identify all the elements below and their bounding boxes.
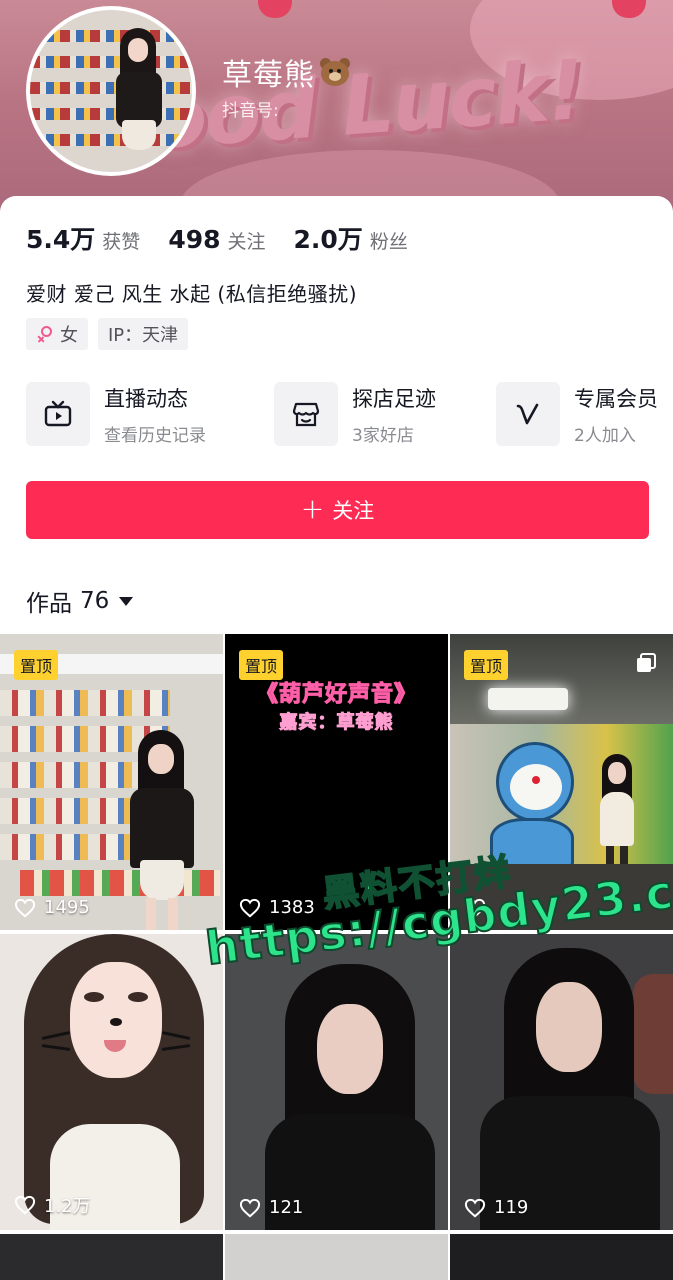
video-tile[interactable]: 119: [450, 934, 673, 1230]
person-figure: [110, 730, 210, 930]
pinned-badge: 置顶: [14, 650, 59, 680]
tile-overlay-subtitle: 嘉宾：草莓熊: [279, 712, 394, 734]
follow-button-label: 关注: [332, 499, 375, 523]
stat-likes-number: 5.4万: [26, 225, 96, 254]
heart-icon: [239, 1198, 261, 1217]
works-count: 76: [80, 588, 110, 614]
feature-shop-visits[interactable]: 探店足迹 3家好店: [274, 382, 436, 446]
like-count: 121: [239, 1197, 303, 1218]
like-count-text: 1.2万: [44, 1196, 91, 1217]
stat-followers-label: 粉丝: [369, 231, 408, 253]
female-symbol-icon: [36, 325, 54, 343]
like-count-text: 121: [269, 1197, 304, 1218]
person-figure: [14, 934, 214, 1230]
like-count: 119: [464, 1197, 528, 1218]
caret-down-icon: [119, 596, 134, 606]
stat-followers-number: 2.0万: [293, 225, 363, 254]
heart-icon: [464, 1198, 486, 1217]
ip-location-tag: IP：天津: [98, 318, 189, 350]
person-figure: [255, 964, 435, 1230]
banner-good-luck-text: ood Luck!: [147, 43, 586, 168]
heart-icon: [14, 1195, 36, 1215]
feature-membership-subtitle: 2人加入: [574, 425, 636, 446]
video-tile[interactable]: [0, 1234, 223, 1280]
image-set-icon: [637, 653, 656, 672]
stat-following-label: 关注: [227, 231, 266, 253]
stat-following-number: 498: [168, 225, 221, 254]
tile-overlay-title: 《葫芦好声音》: [255, 682, 417, 708]
profile-name-text: 草莓熊: [222, 58, 315, 93]
heart-icon: [14, 898, 36, 917]
v-icon: [496, 382, 560, 446]
profile-bio: 爱财 爱己 风生 水起 (私信拒绝骚扰): [26, 282, 358, 306]
gender-tag: 女: [26, 318, 88, 350]
person-figure: [474, 948, 664, 1230]
pinned-badge: 置顶: [464, 650, 509, 680]
douyin-id-label: 抖音号:: [222, 101, 279, 121]
feature-shop-subtitle: 3家好店: [352, 425, 414, 446]
like-count-text: 1495: [44, 897, 90, 918]
follow-button[interactable]: + 关注: [26, 481, 649, 539]
gender-tag-label: 女: [60, 325, 78, 346]
stat-likes[interactable]: 5.4万 获赞: [26, 220, 140, 256]
video-tile[interactable]: 1.2万: [0, 934, 223, 1230]
video-tile[interactable]: [450, 1234, 673, 1280]
feature-shortcuts: 直播动态 查看历史记录 探店足迹 3家好店 专属会员 2人加入: [26, 382, 666, 448]
like-count: 1495: [14, 897, 90, 918]
avatar[interactable]: [26, 6, 196, 176]
like-count: 1.2万: [14, 1192, 91, 1218]
profile-stats: 5.4万 获赞 498 关注 2.0万 粉丝: [26, 220, 436, 256]
feature-live-history[interactable]: 直播动态 查看历史记录: [26, 382, 206, 446]
profile-tags: 女 IP：天津: [26, 318, 189, 350]
profile-name: 草莓熊: [222, 50, 351, 94]
feature-membership-title: 专属会员: [574, 386, 658, 411]
feature-live-title: 直播动态: [104, 386, 188, 411]
feature-membership[interactable]: 专属会员 2人加入: [496, 382, 658, 446]
tv-icon: [26, 382, 90, 446]
video-tile[interactable]: 121: [225, 934, 448, 1230]
feature-live-subtitle: 查看历史记录: [104, 425, 206, 446]
like-count-text: 119: [494, 1197, 529, 1218]
works-label: 作品: [26, 591, 72, 617]
plus-icon: +: [300, 491, 325, 525]
video-tile[interactable]: [225, 1234, 448, 1280]
strawberry-decoration: [258, 0, 292, 18]
profile-card: 5.4万 获赞 498 关注 2.0万 粉丝 爱财 爱己 风生 水起 (私信拒绝…: [0, 196, 673, 636]
bear-emoji-icon: [319, 57, 351, 87]
shop-icon: [274, 382, 338, 446]
stat-following[interactable]: 498 关注: [168, 225, 265, 254]
ip-location-label: IP：天津: [108, 325, 179, 346]
stat-likes-label: 获赞: [102, 231, 141, 253]
feature-shop-title: 探店足迹: [352, 386, 436, 411]
video-tile[interactable]: 置顶 1495: [0, 634, 223, 930]
stat-followers[interactable]: 2.0万 粉丝: [294, 220, 408, 256]
works-tab[interactable]: 作品 76: [26, 584, 134, 618]
pinned-badge: 置顶: [239, 650, 284, 680]
